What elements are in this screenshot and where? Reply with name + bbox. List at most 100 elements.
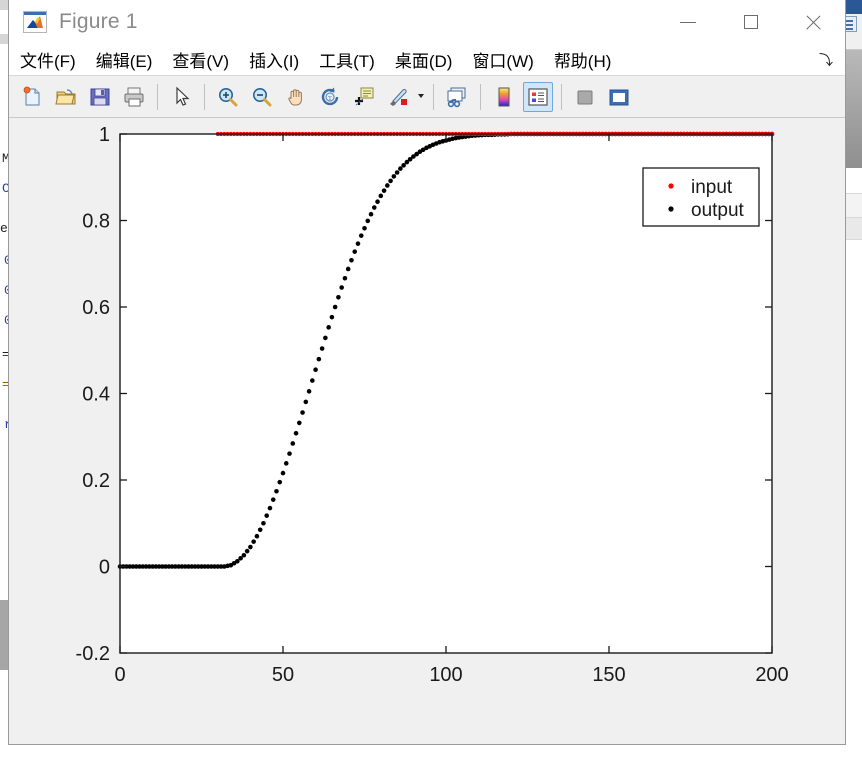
- zoom-in-icon[interactable]: [213, 82, 243, 112]
- pointer-arrow-icon[interactable]: [166, 82, 196, 112]
- data-point-output: [313, 367, 318, 373]
- svg-text:T: T: [328, 96, 332, 102]
- data-point-output: [310, 378, 315, 383]
- pan-hand-icon[interactable]: [281, 82, 311, 112]
- y-tick-label: 1: [99, 124, 110, 146]
- data-point-output: [368, 211, 374, 217]
- y-tick-label: 0: [99, 557, 110, 579]
- data-point-output: [385, 183, 390, 188]
- y-tick-label: 0.8: [82, 211, 110, 233]
- data-point-output: [267, 505, 273, 511]
- x-tick-label: 200: [755, 664, 788, 686]
- data-point-output: [244, 548, 250, 554]
- data-point-output: [365, 218, 371, 224]
- toolbar-separator: [561, 83, 562, 110]
- menu-item-insert[interactable]: 插入(I): [240, 45, 308, 74]
- data-point-output: [345, 266, 351, 272]
- data-point-output: [303, 399, 309, 405]
- y-tick-label: -0.2: [76, 643, 110, 665]
- menu-bar: 文件(F) 编辑(E) 查看(V) 插入(I) 工具(T) 桌面(D) 窗口(W…: [9, 44, 845, 76]
- y-tick-label: 0.2: [82, 470, 110, 492]
- data-point-output: [290, 441, 296, 446]
- data-point-output: [391, 174, 397, 179]
- maximize-button[interactable]: [719, 0, 782, 44]
- data-point-output: [394, 170, 400, 175]
- data-point-output: [349, 257, 354, 263]
- data-point-output: [326, 325, 331, 330]
- print-figure-icon[interactable]: [119, 82, 149, 112]
- data-point-output: [254, 533, 260, 539]
- data-point-output: [264, 513, 269, 518]
- data-point-output: [297, 420, 302, 426]
- data-point-output: [248, 544, 253, 550]
- legend[interactable]: inputoutput: [642, 167, 760, 227]
- data-point-output: [293, 430, 299, 436]
- figure-toolbar: T: [9, 76, 845, 118]
- menu-item-tools[interactable]: 工具(T): [310, 45, 384, 74]
- x-tick-label: 150: [592, 664, 625, 686]
- zoom-out-icon[interactable]: [247, 82, 277, 112]
- matlab-membrane-icon: [23, 11, 47, 33]
- x-tick-label: 0: [114, 664, 125, 686]
- data-point-output: [401, 163, 406, 168]
- menu-item-window[interactable]: 窗口(W): [463, 45, 542, 74]
- figure-window: Figure 1 文件(F) 编辑(E) 查看(V) 插入(I) 工具(T) 桌…: [8, 0, 846, 745]
- toolbar-separator: [480, 83, 481, 110]
- data-point-output: [355, 241, 361, 246]
- link-plot-icon[interactable]: [442, 82, 472, 112]
- menu-item-view[interactable]: 查看(V): [163, 45, 238, 74]
- x-tick-label: 100: [429, 664, 462, 686]
- data-point-output: [352, 249, 358, 254]
- data-point-output: [319, 346, 325, 351]
- figure-canvas: -0.2 0 0.2 0.4 0.6 0.8 1 0 50 100 150 200 input outpu…: [9, 118, 845, 726]
- y-tick-label: 0.6: [82, 297, 110, 319]
- data-cursor-icon[interactable]: [349, 82, 379, 112]
- data-point-output: [371, 205, 377, 210]
- menu-item-desktop[interactable]: 桌面(D): [386, 45, 462, 74]
- data-point-output: [378, 193, 384, 199]
- new-figure-icon[interactable]: [17, 82, 47, 112]
- axes-container[interactable]: -0.2 0 0.2 0.4 0.6 0.8 1 0 50 100 150 200 input outpu…: [9, 118, 845, 726]
- legend-icon[interactable]: [523, 81, 553, 112]
- show-plot-tools-icon[interactable]: [604, 82, 634, 112]
- data-point-output: [251, 539, 256, 544]
- rotate-3d-icon[interactable]: T: [315, 82, 345, 112]
- menu-overflow-arrow-icon[interactable]: ⤵: [819, 53, 833, 67]
- legend-marker-input: [668, 183, 674, 189]
- brush-dropdown-arrow-icon[interactable]: [415, 88, 427, 106]
- data-point-output: [306, 389, 312, 394]
- data-point-output: [277, 479, 283, 485]
- plot-svg[interactable]: -0.200.20.40.60.810 50 100 150 200inputoutpu…: [9, 118, 839, 728]
- title-bar: Figure 1: [9, 0, 845, 44]
- save-figure-icon[interactable]: [85, 82, 115, 112]
- legend-label-input: input: [691, 177, 733, 198]
- close-button[interactable]: [782, 0, 845, 44]
- window-title: Figure 1: [59, 10, 138, 33]
- hide-plot-tools-icon[interactable]: [570, 82, 600, 112]
- data-point-output: [388, 178, 393, 184]
- toolbar-separator: [157, 83, 158, 110]
- data-point-output: [274, 488, 279, 494]
- x-tick-label: 50: [272, 664, 294, 686]
- minimize-button[interactable]: [656, 0, 719, 44]
- menu-item-file[interactable]: 文件(F): [11, 45, 85, 74]
- data-point-output: [332, 304, 338, 310]
- data-point-output: [323, 335, 328, 341]
- brush-select-icon[interactable]: [383, 82, 413, 112]
- data-point-output: [280, 470, 286, 476]
- data-point-output: [300, 410, 305, 415]
- menu-item-help[interactable]: 帮助(H): [545, 45, 621, 74]
- data-point-output: [316, 356, 322, 362]
- legend-label-output: output: [691, 200, 745, 221]
- menu-item-edit[interactable]: 编辑(E): [87, 45, 162, 74]
- data-point-output: [362, 225, 367, 231]
- colorbar-icon[interactable]: [489, 82, 519, 112]
- open-file-icon[interactable]: [51, 82, 81, 112]
- legend-marker-output: [668, 206, 674, 212]
- y-tick-label: 0.4: [82, 384, 110, 406]
- data-point-output: [342, 275, 348, 281]
- data-point-output: [336, 294, 341, 300]
- data-point-output: [381, 188, 387, 193]
- data-point-output: [287, 451, 292, 456]
- window-controls: [656, 0, 845, 44]
